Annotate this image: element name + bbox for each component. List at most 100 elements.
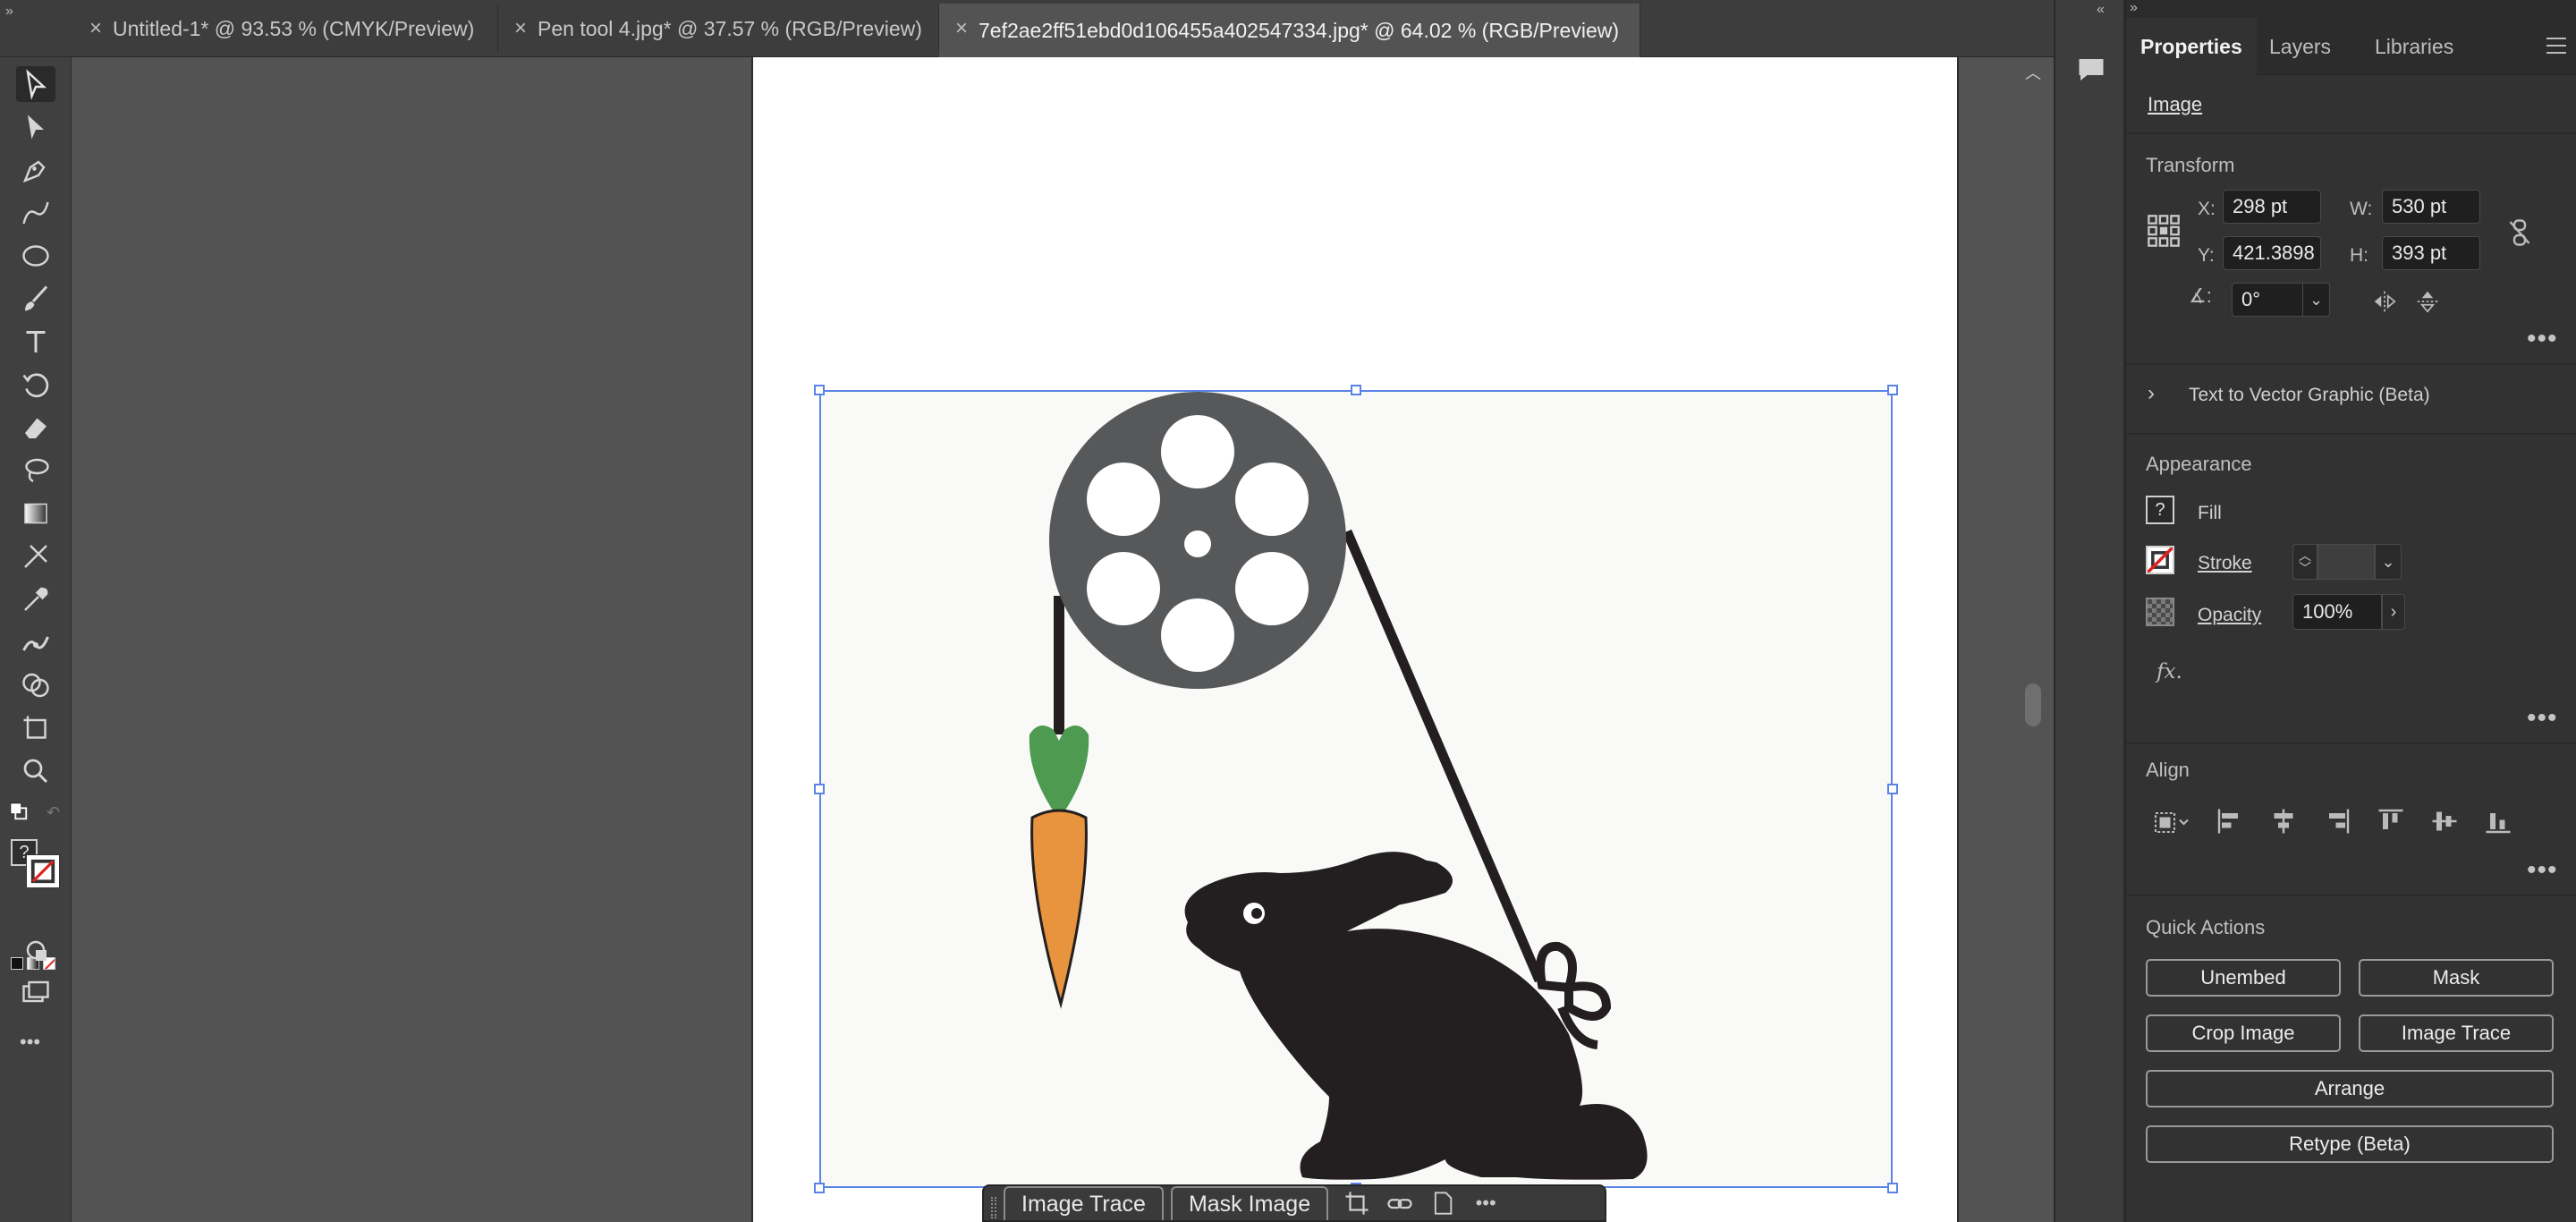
resize-handle-bottom-left[interactable] <box>814 1183 825 1193</box>
image-trace-button[interactable]: Image Trace <box>1004 1186 1164 1220</box>
resize-handle-top-right[interactable] <box>1887 385 1898 395</box>
more-options-icon[interactable]: ••• <box>1464 1186 1507 1220</box>
ellipse-tool-icon[interactable] <box>16 238 55 274</box>
resize-handle-middle-left[interactable] <box>814 784 825 794</box>
rotate-tool-icon[interactable] <box>16 367 55 403</box>
stroke-weight-field[interactable] <box>2318 544 2375 580</box>
tab-libraries[interactable]: Libraries <box>2360 18 2468 75</box>
zoom-tool-icon[interactable] <box>16 753 55 789</box>
w-label: W: <box>2350 199 2373 219</box>
stroke-weight-stepper[interactable]: ︿ ﹀ <box>2292 544 2318 580</box>
align-top-icon[interactable] <box>2375 805 2407 837</box>
tab-properties[interactable]: Properties <box>2126 18 2257 75</box>
collapsed-panels-strip: « <box>2054 0 2125 1222</box>
panel-menu-icon[interactable] <box>2546 38 2566 54</box>
crop-icon[interactable] <box>1335 1186 1378 1220</box>
close-tab-icon[interactable]: × <box>955 16 968 41</box>
shape-builder-tool-icon[interactable] <box>16 667 55 703</box>
opacity-checker-icon[interactable] <box>2146 598 2174 626</box>
rotate-angle-field[interactable]: 0° <box>2232 283 2303 317</box>
reference-point-icon[interactable] <box>2146 213 2182 249</box>
scroll-up-icon[interactable]: ︿ <box>2025 61 2041 84</box>
resize-handle-top-center[interactable] <box>1351 385 1361 395</box>
screen-mode-icon[interactable] <box>16 975 55 1011</box>
artboard-tool-icon[interactable] <box>16 710 55 746</box>
edit-toolbar-more-icon[interactable]: ••• <box>20 1031 40 1054</box>
curvature-tool-icon[interactable] <box>16 195 55 231</box>
drag-handle-icon[interactable] <box>991 1197 996 1218</box>
appearance-more-options-icon[interactable]: ••• <box>2527 703 2558 734</box>
puppet-warp-tool-icon[interactable] <box>16 624 55 660</box>
text-to-vector-section[interactable]: Text to Vector Graphic (Beta) <box>2189 385 2430 406</box>
expand-chevron-icon[interactable]: › <box>2148 381 2155 406</box>
align-bottom-icon[interactable] <box>2482 805 2514 837</box>
transform-more-options-icon[interactable]: ••• <box>2527 324 2558 354</box>
pen-tool-icon[interactable] <box>16 152 55 188</box>
vertical-scrollbar[interactable]: ︿ <box>2012 57 2054 1222</box>
direct-selection-tool-icon[interactable] <box>16 109 55 145</box>
stroke-weight-dropdown-icon[interactable]: ⌄ <box>2375 544 2402 580</box>
mask-button[interactable]: Mask <box>2359 959 2554 997</box>
y-position-field[interactable]: 421.3898 <box>2223 236 2321 270</box>
resize-handle-middle-right[interactable] <box>1887 784 1898 794</box>
unembed-button[interactable]: Unembed <box>2146 959 2341 997</box>
angle-dropdown-icon[interactable]: ⌄ <box>2303 283 2330 317</box>
resize-handle-bottom-right[interactable] <box>1887 1183 1898 1193</box>
close-tab-icon[interactable]: × <box>89 16 102 41</box>
drawing-modes-icon[interactable] <box>16 932 55 968</box>
fill-swatch-unknown[interactable]: ? <box>2146 496 2174 524</box>
opacity-label[interactable]: Opacity <box>2198 605 2261 626</box>
collapse-toolbar-icon[interactable]: » <box>5 4 13 20</box>
swap-fill-stroke-icon[interactable] <box>9 802 29 821</box>
eyedropper-tool-icon[interactable] <box>16 581 55 617</box>
divider <box>2126 895 2576 896</box>
crop-image-button[interactable]: Crop Image <box>2146 1014 2341 1052</box>
stroke-swatch-none[interactable] <box>26 854 60 888</box>
x-position-field[interactable]: 298 pt <box>2223 190 2321 224</box>
close-tab-icon[interactable]: × <box>514 16 527 41</box>
align-horizontal-center-icon[interactable] <box>2267 805 2300 837</box>
flip-horizontal-icon[interactable] <box>2371 288 2398 315</box>
opacity-field[interactable]: 100% <box>2292 594 2382 630</box>
document-tab-active[interactable]: × 7ef2ae2ff51ebd0d106455a402547334.jpg* … <box>939 4 1640 57</box>
resize-handle-top-left[interactable] <box>814 385 825 395</box>
edit-in-photoshop-icon[interactable] <box>1421 1186 1464 1220</box>
height-field[interactable]: 393 pt <box>2382 236 2480 270</box>
collapse-panels-icon[interactable]: « <box>2097 2 2105 18</box>
align-to-dropdown-icon[interactable] <box>2149 805 2194 837</box>
mask-image-button[interactable]: Mask Image <box>1170 1186 1329 1220</box>
flip-vertical-icon[interactable] <box>2414 288 2441 315</box>
tab-layers[interactable]: Layers <box>2255 18 2345 75</box>
paintbrush-tool-icon[interactable] <box>16 281 55 317</box>
align-more-options-icon[interactable]: ••• <box>2527 855 2558 886</box>
align-vertical-center-icon[interactable] <box>2428 805 2461 837</box>
canvas-area[interactable]: Image Trace Mask Image ••• <box>72 57 2054 1222</box>
stroke-label[interactable]: Stroke <box>2198 553 2252 574</box>
h-label: H: <box>2350 245 2368 266</box>
align-section-title: Align <box>2146 759 2190 781</box>
constrain-proportions-icon[interactable] <box>2504 216 2539 252</box>
selection-tool-icon[interactable] <box>16 66 55 102</box>
type-tool-icon[interactable] <box>16 324 55 360</box>
document-tab-pen-tool[interactable]: × Pen tool 4.jpg* @ 37.57 % (RGB/Preview… <box>498 4 939 54</box>
align-right-icon[interactable] <box>2321 805 2353 837</box>
comments-icon[interactable] <box>2072 50 2111 89</box>
document-tab-untitled[interactable]: × Untitled-1* @ 93.53 % (CMYK/Preview) <box>73 4 498 54</box>
undo-icon[interactable]: ↶ <box>47 803 60 822</box>
width-field[interactable]: 530 pt <box>2382 190 2480 224</box>
mesh-tool-icon[interactable] <box>16 539 55 574</box>
arrange-button[interactable]: Arrange <box>2146 1070 2554 1107</box>
gradient-tool-icon[interactable] <box>16 496 55 531</box>
link-icon[interactable] <box>1378 1186 1421 1220</box>
selection-bounding-box[interactable] <box>819 390 1893 1188</box>
scroll-thumb[interactable] <box>2025 683 2041 726</box>
eraser-tool-icon[interactable] <box>16 410 55 446</box>
align-left-icon[interactable] <box>2214 805 2246 837</box>
lasso-tool-icon[interactable] <box>16 453 55 488</box>
fx-effects-icon[interactable]: fx. <box>2157 660 2182 683</box>
image-trace-button[interactable]: Image Trace <box>2359 1014 2554 1052</box>
stroke-swatch-none[interactable] <box>2146 546 2174 574</box>
collapse-panel-icon[interactable]: » <box>2130 0 2138 16</box>
retype-beta-button[interactable]: Retype (Beta) <box>2146 1125 2554 1163</box>
opacity-expand-icon[interactable]: › <box>2382 594 2405 630</box>
